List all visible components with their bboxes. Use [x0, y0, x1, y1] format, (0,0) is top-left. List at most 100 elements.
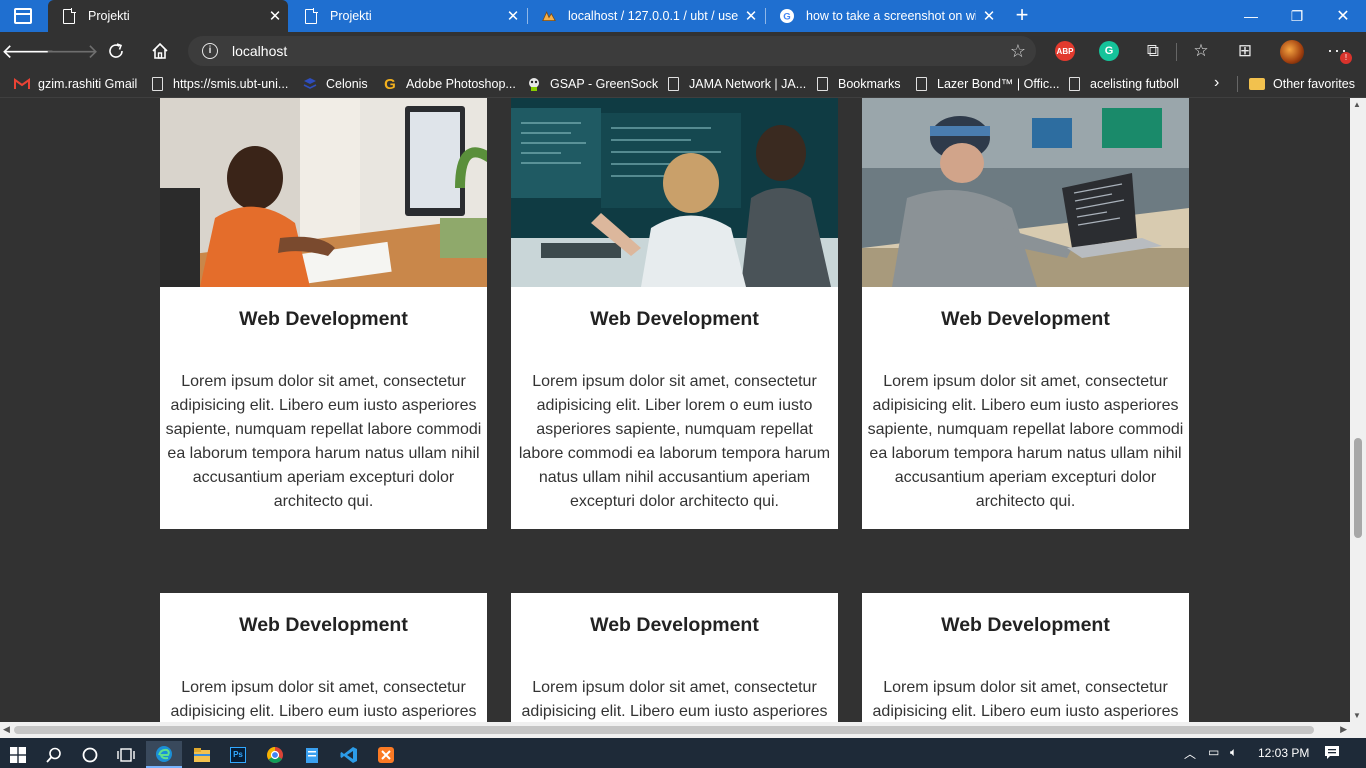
search-icon[interactable]	[36, 741, 72, 768]
tab-phpmyadmin[interactable]: localhost / 127.0.0.1 / ubt / users ✕	[528, 0, 764, 32]
more-favorites-chevron-icon[interactable]: ›	[1214, 74, 1219, 92]
back-button[interactable]: 🡐	[1, 37, 55, 65]
card-image-woman-studying	[160, 98, 487, 287]
close-tab-icon[interactable]: ✕	[500, 7, 526, 25]
task-view-icon[interactable]	[108, 741, 144, 768]
tab-projekti-active[interactable]: Projekti ✕	[48, 0, 288, 32]
other-favorites[interactable]: Other favorites	[1249, 75, 1355, 93]
new-tab-button[interactable]: +	[1010, 3, 1034, 27]
favorite-label: Adobe Photoshop...	[406, 77, 516, 91]
favorites-bar: gzim.rashiti Gmail https://smis.ubt-uni.…	[0, 70, 1366, 98]
favorite-jama[interactable]: JAMA Network | JA...	[665, 75, 806, 93]
favorite-gsap[interactable]: GSAP - GreenSock	[526, 75, 658, 93]
favorite-acelisting[interactable]: acelisting futboll	[1066, 75, 1179, 93]
card-title: Web Development	[590, 308, 759, 330]
favorite-smis[interactable]: https://smis.ubt-uni...	[149, 75, 288, 93]
service-card: Web Development Lorem ipsum dolor sit am…	[160, 593, 487, 722]
card-title: Web Development	[941, 308, 1110, 330]
adblock-label: ABP	[1056, 46, 1074, 56]
action-center-icon[interactable]	[1324, 745, 1340, 763]
favorite-label: GSAP - GreenSock	[550, 77, 659, 91]
favorites-divider	[1237, 76, 1238, 92]
scroll-right-arrow-icon[interactable]: ▶	[1340, 724, 1347, 735]
notepad-icon[interactable]	[294, 741, 330, 768]
address-bar[interactable]: i localhost ☆	[188, 36, 1036, 66]
scroll-left-arrow-icon[interactable]: ◀	[3, 724, 10, 735]
card-title: Web Development	[941, 614, 1110, 636]
vertical-scroll-thumb[interactable]	[1354, 438, 1362, 538]
favorite-adobe-photoshop[interactable]: G Adobe Photoshop...	[382, 75, 516, 93]
close-tab-icon[interactable]: ✕	[738, 7, 764, 25]
start-icon[interactable]	[0, 741, 36, 768]
close-tab-icon[interactable]: ✕	[262, 7, 288, 25]
favorite-label: gzim.rashiti Gmail	[38, 77, 138, 91]
horizontal-scroll-thumb[interactable]	[14, 726, 1314, 734]
extensions-icon[interactable]: ⧉	[1142, 40, 1164, 62]
favorite-label: JAMA Network | JA...	[689, 77, 807, 91]
cortana-icon[interactable]	[72, 741, 108, 768]
gmail-icon	[14, 76, 30, 92]
show-hidden-icons-chevron-icon[interactable]: ︿	[1184, 745, 1196, 762]
photoshop-label: Ps	[230, 746, 246, 763]
favorite-label: Celonis	[326, 77, 368, 91]
photoshop-icon[interactable]: Ps	[220, 741, 256, 768]
vertical-scrollbar[interactable]: ▲ ▼	[1350, 98, 1366, 722]
card-title: Web Development	[239, 614, 408, 636]
favorite-lazer-bond[interactable]: Lazer Bond™ | Offic...	[913, 75, 1060, 93]
card-title: Web Development	[239, 308, 408, 330]
minimize-button[interactable]: —	[1228, 0, 1274, 32]
close-tab-icon[interactable]: ✕	[976, 7, 1002, 25]
google-icon: G	[780, 8, 794, 24]
chrome-icon[interactable]	[257, 741, 293, 768]
restore-button[interactable]: ❐	[1274, 0, 1320, 32]
site-info-icon[interactable]: i	[202, 43, 218, 59]
card-title: Web Development	[590, 614, 759, 636]
card-text: Lorem ipsum dolor sit amet, consectetur …	[521, 679, 828, 720]
card-text: Lorem ipsum dolor sit amet, consectetur …	[170, 679, 477, 720]
profile-avatar[interactable]	[1280, 40, 1304, 64]
other-favorites-label: Other favorites	[1273, 77, 1355, 91]
tab-title: how to take a screenshot on windows	[806, 9, 976, 23]
favorites-icon[interactable]: ☆	[1190, 40, 1212, 62]
tab-title: localhost / 127.0.0.1 / ubt / users	[568, 9, 738, 23]
url-text[interactable]: localhost	[232, 43, 287, 59]
collections-icon[interactable]: ⊞	[1234, 40, 1256, 62]
battery-icon[interactable]: ▭	[1208, 745, 1219, 759]
close-window-button[interactable]: ✕	[1320, 0, 1366, 32]
page-icon	[149, 76, 165, 92]
scroll-down-arrow-icon[interactable]: ▼	[1353, 711, 1361, 720]
favorite-celonis[interactable]: Celonis	[302, 75, 368, 93]
tab-google-search[interactable]: G how to take a screenshot on windows ✕	[766, 0, 1002, 32]
vscode-icon[interactable]	[331, 741, 367, 768]
service-card: Web Development Lorem ipsum dolor sit am…	[160, 98, 487, 529]
tab-title: Projekti	[330, 9, 372, 23]
adblock-plus-icon[interactable]: ABP	[1055, 41, 1075, 61]
favorite-gmail[interactable]: gzim.rashiti Gmail	[14, 75, 137, 93]
grammarly-icon[interactable]: G	[1099, 41, 1119, 61]
windows-taskbar: Ps ︿ ▭ 🔈︎ 12:03 PM	[0, 738, 1366, 768]
file-explorer-icon[interactable]	[184, 741, 220, 768]
horizontal-scrollbar[interactable]: ◀ ▶	[0, 722, 1350, 738]
page-icon	[814, 76, 830, 92]
phpmyadmin-icon	[542, 8, 556, 24]
home-button[interactable]	[146, 37, 174, 65]
scrollbar-corner	[1350, 722, 1366, 738]
tab-actions-icon[interactable]	[14, 8, 32, 24]
page-icon	[665, 76, 681, 92]
forward-button[interactable]: 🡒	[45, 37, 99, 65]
folder-icon	[1249, 76, 1265, 92]
clock[interactable]: 12:03 PM	[1258, 746, 1309, 760]
service-card: Web Development Lorem ipsum dolor sit am…	[862, 593, 1189, 722]
add-favorite-icon[interactable]: ☆	[1010, 41, 1026, 62]
refresh-button[interactable]	[102, 37, 130, 65]
volume-icon[interactable]: 🔈︎	[1230, 745, 1237, 760]
scroll-up-arrow-icon[interactable]: ▲	[1353, 100, 1361, 109]
card-text: Lorem ipsum dolor sit amet, consectetur …	[867, 373, 1184, 510]
card-image-student-laptop	[862, 98, 1189, 287]
tab-title: Projekti	[88, 9, 130, 23]
favorite-bookmarks[interactable]: Bookmarks	[814, 75, 901, 93]
xampp-icon[interactable]	[368, 741, 404, 768]
svg-text:G: G	[783, 12, 790, 23]
tab-projekti[interactable]: Projekti ✕	[290, 0, 526, 32]
edge-icon[interactable]	[146, 741, 182, 768]
